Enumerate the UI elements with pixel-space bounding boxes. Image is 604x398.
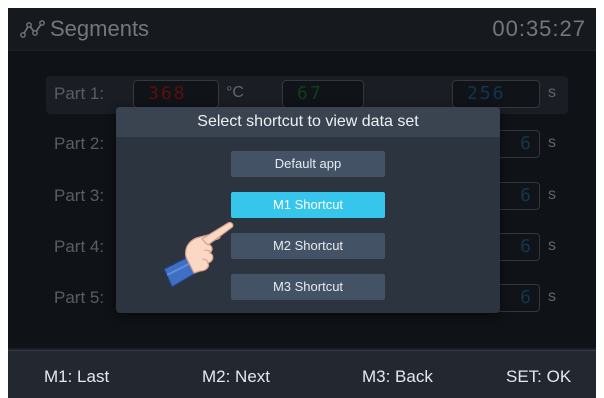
m1-last-key[interactable]: M1: Last: [44, 367, 109, 387]
option-default-app[interactable]: Default app: [231, 151, 385, 177]
pointing-hand-icon: [163, 221, 234, 288]
m2-next-key[interactable]: M2: Next: [202, 367, 270, 387]
set-ok-key[interactable]: SET: OK: [506, 367, 571, 387]
device-screen: Segments 00:35:27 Part 1: 368 °C 67 256 …: [8, 8, 596, 398]
dialog-title: Select shortcut to view data set: [197, 113, 419, 130]
option-m3-shortcut[interactable]: M3 Shortcut: [231, 274, 385, 300]
bottom-bar: M1: Last M2: Next M3: Back SET: OK: [8, 350, 596, 398]
m3-back-key[interactable]: M3: Back: [362, 367, 433, 387]
dialog-header: Select shortcut to view data set: [116, 107, 500, 137]
option-m1-shortcut[interactable]: M1 Shortcut: [231, 192, 385, 218]
option-m2-shortcut[interactable]: M2 Shortcut: [231, 233, 385, 259]
